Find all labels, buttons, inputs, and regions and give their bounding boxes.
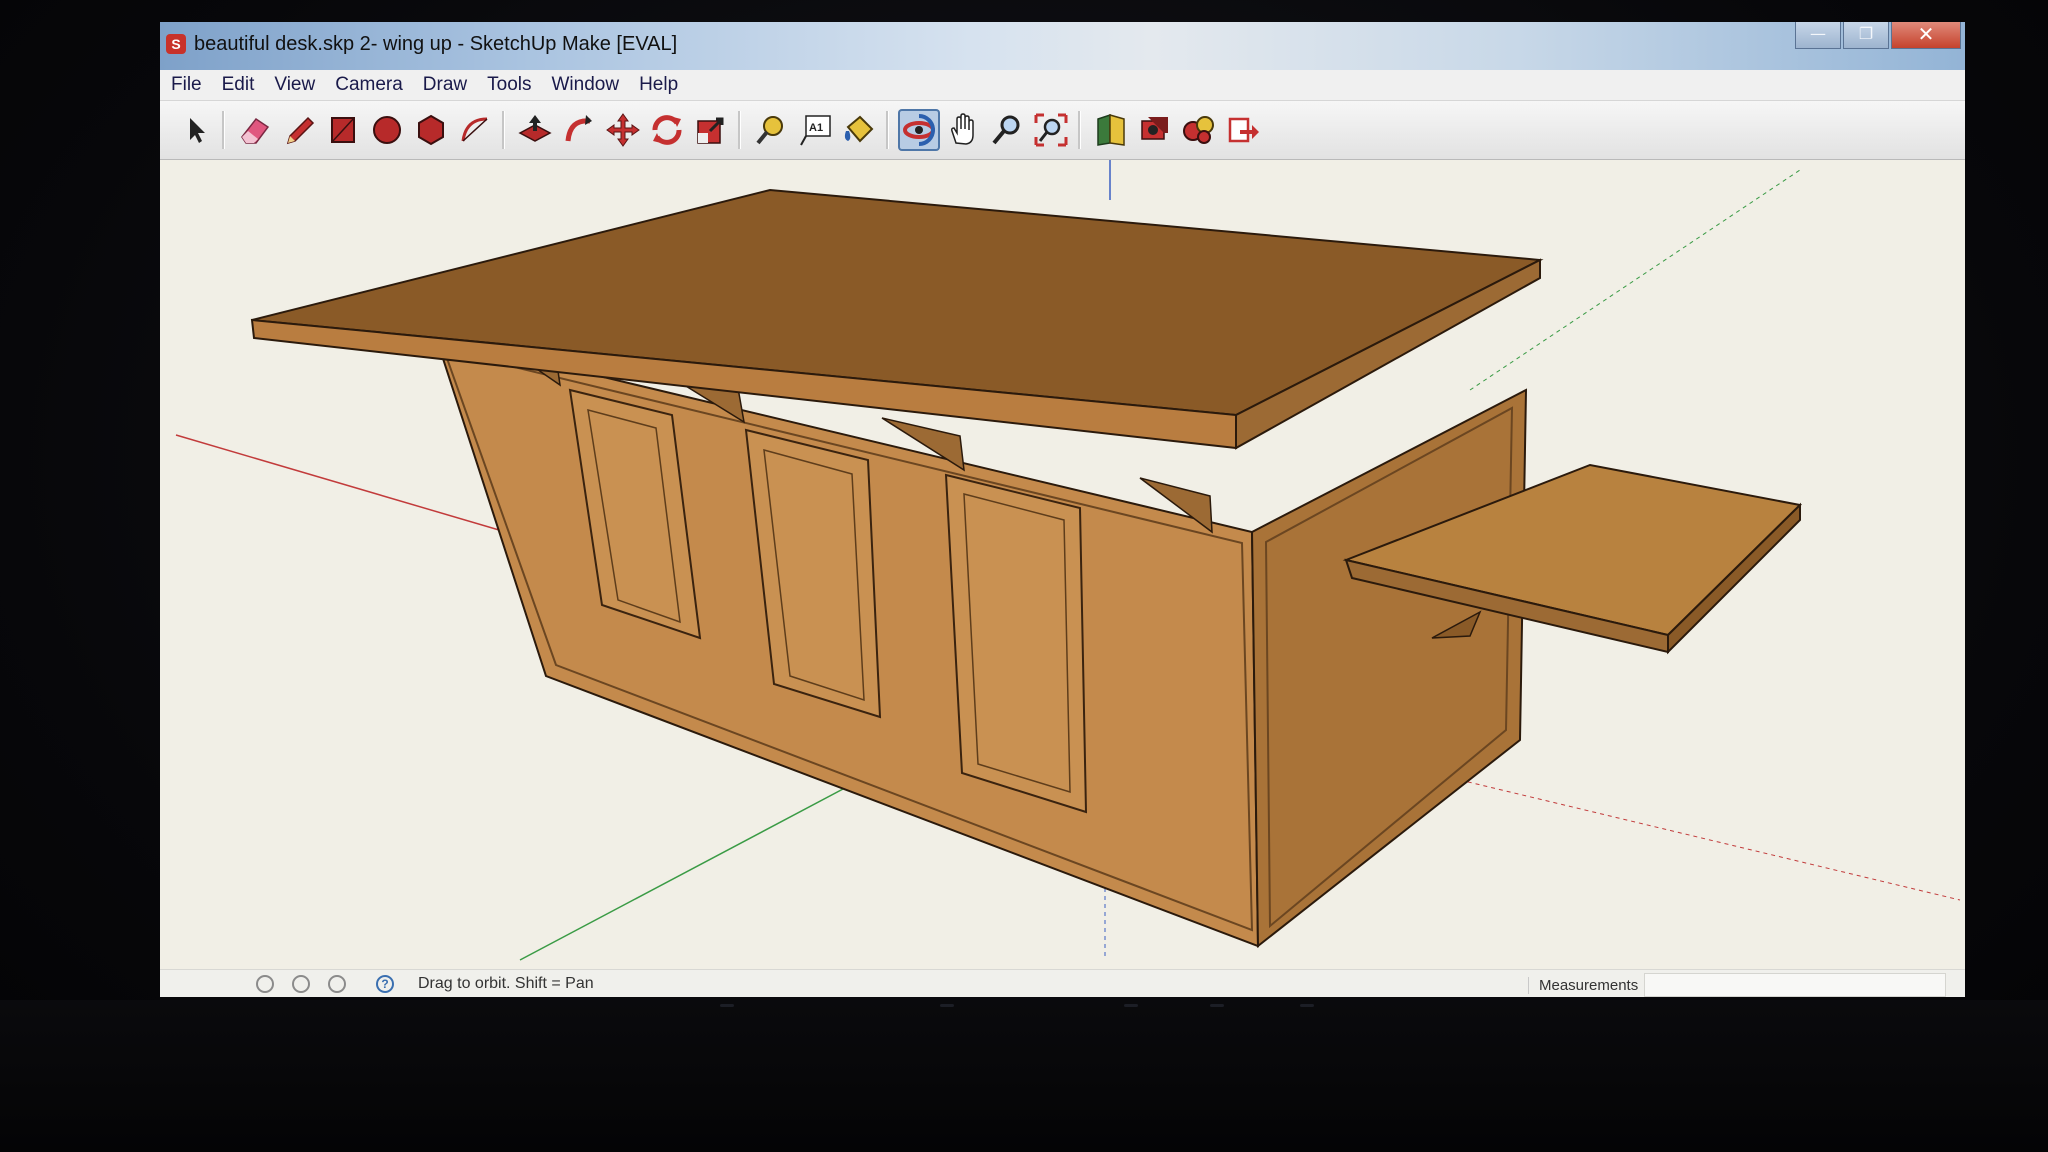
orbit-icon [903,114,935,146]
arc-icon [461,117,488,142]
menu-file[interactable]: File [162,74,211,96]
pan-tool-button[interactable] [942,109,984,151]
toolbar-separator [222,111,225,149]
layout-send-tool-button[interactable] [1222,109,1264,151]
sketchup-app-icon: S [166,34,186,54]
push-pull-tool-button[interactable] [514,109,556,151]
toolbar-separator [502,111,505,149]
tape-measure-icon [756,116,783,145]
geo-location-icon[interactable] [256,975,274,993]
follow-me-tool-button[interactable] [558,109,600,151]
bezel-indicator [1124,1004,1138,1007]
menu-bar: File Edit View Camera Draw Tools Window … [160,70,1965,101]
polygon-icon [418,114,444,146]
orbit-tool-button[interactable] [898,109,940,151]
toolbar-separator [886,111,889,149]
cabinet-side-face [1250,388,1528,949]
arc-tool-button[interactable] [454,109,496,151]
follow-me-icon [565,115,592,142]
green-axis-line [519,779,861,961]
share-model-icon [1141,117,1168,140]
rectangle-icon [331,117,355,143]
eraser-icon [241,117,270,144]
move-tool-button[interactable] [602,109,644,151]
help-icon[interactable]: ? [376,975,394,993]
measurements-label: Measurements [1528,977,1638,994]
push-pull-icon [518,115,552,142]
menu-view[interactable]: View [265,74,324,96]
minimize-button[interactable]: — [1795,22,1841,49]
warehouse-icon [1097,113,1125,146]
bezel-indicator [940,1004,954,1007]
window-controls: — ❐ ✕ [1793,22,1961,52]
pencil-icon [286,116,315,145]
sketchup-window: S beautiful desk.skp 2- wing up - Sketch… [160,22,1965,997]
select-tool-button[interactable] [174,109,216,151]
pencil-tool-button[interactable] [278,109,320,151]
status-hint-text: Drag to orbit. Shift = Pan [418,975,594,992]
menu-draw[interactable]: Draw [414,74,476,96]
zoom-extents-icon [1034,113,1068,147]
menu-camera[interactable]: Camera [326,74,412,96]
circle-icon [373,116,401,144]
paint-bucket-icon [844,115,874,143]
cabinet-door-panel [944,473,1088,814]
laptop-bezel-bottom [0,1000,2048,1152]
eraser-tool-button[interactable] [234,109,276,151]
scale-icon [697,117,724,144]
toolbar-separator [738,111,741,149]
send-to-layout-icon [1228,117,1259,143]
scale-tool-button[interactable] [690,109,732,151]
zoom-extents-tool-button[interactable] [1030,109,1072,151]
toolbar: A1 [160,101,1965,160]
bezel-indicator [1210,1004,1224,1007]
circle-tool-button[interactable] [366,109,408,151]
menu-window[interactable]: Window [543,74,629,96]
title-bar[interactable]: S beautiful desk.skp 2- wing up - Sketch… [160,22,1965,70]
modeling-viewport[interactable] [160,160,1965,969]
desk-3d-model [175,160,1961,961]
tape-measure-tool-button[interactable] [750,109,792,151]
window-title: beautiful desk.skp 2- wing up - SketchUp… [194,33,678,55]
share-model-tool-button[interactable] [1134,109,1176,151]
credits-icon[interactable] [292,975,310,993]
paint-bucket-tool-button[interactable] [838,109,880,151]
measurements-input[interactable] [1644,973,1946,997]
user-icon[interactable] [328,975,346,993]
zoom-tool-button[interactable] [986,109,1028,151]
toolbar-separator [1078,111,1081,149]
status-bar: ? Drag to orbit. Shift = Pan Measurement… [160,969,1965,997]
arrow-icon [190,118,205,143]
close-button[interactable]: ✕ [1891,22,1961,49]
magnifier-icon [992,115,1020,145]
bezel-indicator [720,1004,734,1007]
menu-tools[interactable]: Tools [478,74,540,96]
rectangle-tool-button[interactable] [322,109,364,151]
extension-tool-button[interactable] [1178,109,1220,151]
hand-icon [951,113,974,145]
move-icon [606,113,640,147]
text-icon: A1 [800,115,831,146]
warehouse-tool-button[interactable] [1090,109,1132,151]
menu-edit[interactable]: Edit [213,74,264,96]
red-axis-dashed-line [1459,779,1961,901]
rotate-icon [652,115,682,145]
polygon-tool-button[interactable] [410,109,452,151]
extension-icon [1183,116,1214,144]
maximize-button[interactable]: ❐ [1843,22,1889,49]
menu-help[interactable]: Help [630,74,687,96]
bezel-indicator [1300,1004,1314,1007]
svg-text:A1: A1 [809,122,823,134]
rotate-tool-button[interactable] [646,109,688,151]
text-tool-button[interactable]: A1 [794,109,836,151]
